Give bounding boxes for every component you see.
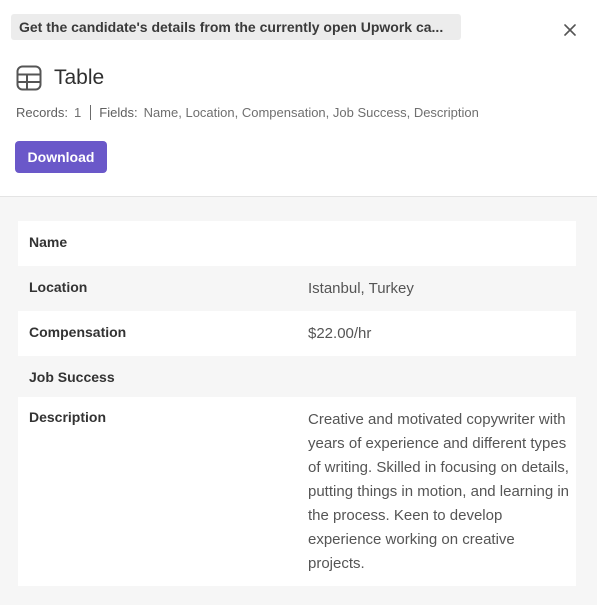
records-count: 1 (74, 104, 82, 120)
meta-divider (90, 104, 92, 120)
field-label-name: Name (29, 234, 68, 250)
field-label-job-success: Job Success (29, 369, 115, 385)
page-title: Table (54, 66, 105, 89)
table-icon (15, 65, 42, 92)
field-row-location: Location Istanbul, Turkey (18, 266, 576, 311)
close-button[interactable] (560, 20, 580, 40)
field-value-location: Istanbul, Turkey (308, 280, 414, 297)
fields-list: Name, Location, Compensation, Job Succes… (143, 104, 479, 120)
field-label-compensation: Compensation (29, 324, 127, 340)
field-label-location: Location (29, 279, 88, 295)
field-row-compensation: Compensation $22.00/hr (18, 311, 576, 356)
title-row: Table (15, 64, 104, 92)
fields-label: Fields: (99, 104, 138, 120)
field-value-compensation: $22.00/hr (308, 325, 372, 342)
field-label-description: Description (29, 409, 107, 425)
table-result-panel: Get the candidate's details from the cur… (0, 0, 597, 605)
table-meta: Records: 1 Fields: Name, Location, Compe… (16, 103, 479, 121)
field-row-description: Description Creative and motivated copyw… (18, 397, 576, 586)
field-row-name: Name (18, 221, 576, 266)
records-label: Records: (16, 104, 69, 120)
query-chip: Get the candidate's details from the cur… (11, 14, 461, 40)
field-row-job-success: Job Success (18, 356, 576, 397)
record-details: Name Location Istanbul, Turkey Compensat… (0, 197, 597, 605)
panel-header: Get the candidate's details from the cur… (0, 0, 597, 197)
field-value-description: Creative and motivated copywriter with y… (308, 411, 570, 572)
download-button[interactable]: Download (15, 141, 107, 173)
close-icon (564, 24, 576, 36)
